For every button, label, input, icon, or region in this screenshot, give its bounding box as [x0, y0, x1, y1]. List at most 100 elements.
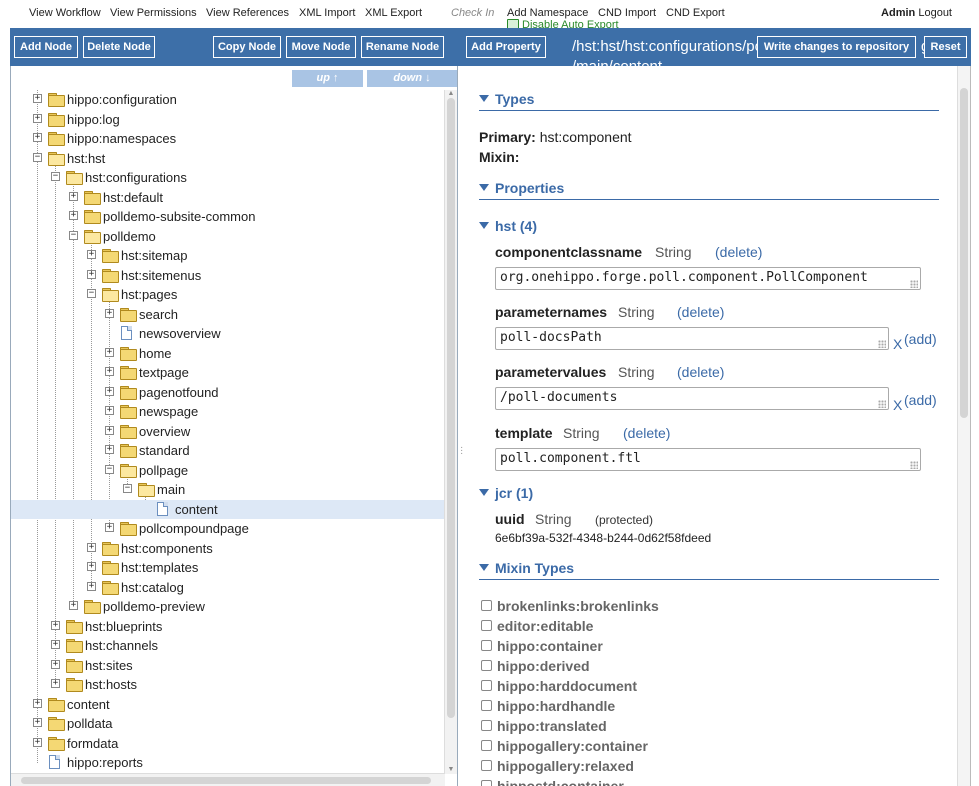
tree-node[interactable]: + standard: [11, 441, 445, 460]
expand-icon[interactable]: +: [87, 542, 96, 552]
tree-node[interactable]: − main: [11, 480, 445, 499]
tree-node[interactable]: + hippo:log: [11, 110, 445, 129]
collapse-icon[interactable]: −: [33, 152, 42, 162]
tree-scroll-thumb[interactable]: [447, 98, 455, 718]
expand-icon[interactable]: +: [105, 367, 114, 376]
write-changes-button[interactable]: Write changes to repository: [757, 36, 916, 58]
expand-icon[interactable]: +: [87, 562, 96, 571]
delete-property-link[interactable]: (delete): [677, 364, 724, 380]
collapse-icon[interactable]: −: [51, 172, 60, 181]
expand-icon[interactable]: +: [87, 581, 96, 591]
xml-export-link[interactable]: XML Export: [365, 7, 422, 19]
tree-node[interactable]: − pollpage: [11, 461, 445, 480]
tree-vertical-scrollbar[interactable]: ▲ ▼: [444, 90, 457, 774]
resize-grip-icon[interactable]: [910, 461, 918, 469]
collapse-icon[interactable]: −: [105, 464, 114, 474]
resize-grip-icon[interactable]: [878, 340, 886, 348]
delete-property-link[interactable]: (delete): [715, 244, 762, 260]
tree-node[interactable]: + hst:default: [11, 188, 445, 207]
properties-section-header[interactable]: Properties: [479, 180, 939, 200]
tree-node[interactable]: + home: [11, 344, 445, 363]
properties-scroll-thumb[interactable]: [960, 88, 968, 418]
collapse-icon[interactable]: −: [123, 484, 132, 493]
mixin-checkbox[interactable]: [481, 600, 492, 611]
panel-splitter[interactable]: · · ·: [458, 66, 467, 786]
tree-node[interactable]: + hst:hosts: [11, 675, 445, 694]
tree-node[interactable]: + polldemo-preview: [11, 597, 445, 616]
copy-node-button[interactable]: Copy Node: [213, 36, 281, 58]
tree-node[interactable]: + hst:sites: [11, 656, 445, 675]
tree-node[interactable]: + hst:blueprints: [11, 617, 445, 636]
mixin-types-section-header[interactable]: Mixin Types: [479, 560, 939, 580]
mixin-checkbox[interactable]: [481, 620, 492, 631]
view-workflow-link[interactable]: View Workflow: [29, 7, 101, 19]
mixin-checkbox[interactable]: [481, 780, 492, 786]
add-node-button[interactable]: Add Node: [14, 36, 78, 58]
move-down-button[interactable]: down ↓: [367, 70, 457, 87]
mixin-checkbox[interactable]: [481, 640, 492, 651]
add-value-link[interactable]: (add): [904, 392, 937, 408]
tree-node[interactable]: + newspage: [11, 402, 445, 421]
tree-node[interactable]: + hst:sitemenus: [11, 266, 445, 285]
mixin-checkbox[interactable]: [481, 760, 492, 771]
add-namespace-link[interactable]: Add Namespace: [507, 7, 588, 19]
tree-node[interactable]: + formdata: [11, 734, 445, 753]
resize-grip-icon[interactable]: [910, 280, 918, 288]
tree-node[interactable]: + hst:templates: [11, 558, 445, 577]
tree-node[interactable]: content: [11, 499, 445, 519]
expand-icon[interactable]: +: [69, 191, 78, 201]
delete-property-link[interactable]: (delete): [677, 304, 724, 320]
tree-node[interactable]: + content: [11, 695, 445, 714]
tree-node[interactable]: + pagenotfound: [11, 383, 445, 402]
tree-node[interactable]: newsoverview: [11, 324, 445, 343]
add-property-button[interactable]: Add Property: [466, 36, 546, 58]
remove-value-icon[interactable]: X: [893, 336, 902, 352]
delete-property-link[interactable]: (delete): [623, 425, 670, 441]
rename-node-button[interactable]: Rename Node: [361, 36, 444, 58]
add-value-link[interactable]: (add): [904, 331, 937, 347]
logout-link[interactable]: Logout: [918, 7, 952, 19]
parametervalues-field[interactable]: /poll-documents: [495, 387, 889, 410]
tree-node[interactable]: − polldemo: [11, 227, 445, 246]
mixin-checkbox[interactable]: [481, 680, 492, 691]
cnd-export-link[interactable]: CND Export: [666, 7, 725, 19]
view-references-link[interactable]: View References: [206, 7, 289, 19]
tree-node[interactable]: + hippo:namespaces: [11, 129, 445, 148]
template-field[interactable]: poll.component.ftl: [495, 448, 921, 471]
tree-node[interactable]: + textpage: [11, 363, 445, 382]
check-in-link[interactable]: Check In: [451, 7, 494, 19]
componentclassname-field[interactable]: org.onehippo.forge.poll.component.PollCo…: [495, 267, 921, 290]
tree-node[interactable]: − hst:hst: [11, 149, 445, 168]
tree-node[interactable]: + hippo:configuration: [11, 90, 445, 109]
tree-node[interactable]: − hst:configurations: [11, 168, 445, 187]
delete-node-button[interactable]: Delete Node: [83, 36, 155, 58]
collapse-icon[interactable]: −: [69, 230, 78, 240]
move-node-button[interactable]: Move Node: [286, 36, 356, 58]
remove-value-icon[interactable]: X: [893, 397, 902, 413]
mixin-checkbox[interactable]: [481, 720, 492, 731]
tree-node[interactable]: + polldata: [11, 714, 445, 733]
expand-icon[interactable]: +: [105, 406, 114, 415]
tree-node[interactable]: hippo:reports: [11, 753, 445, 772]
expand-icon[interactable]: +: [105, 386, 114, 396]
tree-horizontal-scrollbar[interactable]: [11, 773, 445, 786]
tree-node[interactable]: + hst:components: [11, 539, 445, 558]
expand-icon[interactable]: +: [105, 308, 114, 318]
expand-icon[interactable]: +: [87, 269, 96, 279]
tree-node[interactable]: + search: [11, 305, 445, 324]
mixin-checkbox[interactable]: [481, 660, 492, 671]
expand-icon[interactable]: +: [105, 425, 114, 435]
move-up-button[interactable]: up ↑: [292, 70, 363, 87]
hst-group-header[interactable]: hst (4): [479, 218, 537, 234]
collapse-icon[interactable]: −: [87, 289, 96, 298]
types-section-header[interactable]: Types: [479, 91, 939, 111]
tree-hscroll-thumb[interactable]: [21, 777, 431, 784]
expand-icon[interactable]: +: [105, 347, 114, 357]
scroll-up-arrow-icon[interactable]: ▲: [447, 90, 455, 97]
reset-button[interactable]: Reset: [924, 36, 967, 58]
expand-icon[interactable]: +: [33, 133, 42, 142]
parameternames-field[interactable]: poll-docsPath: [495, 327, 889, 350]
expand-icon[interactable]: +: [51, 679, 60, 688]
scroll-down-arrow-icon[interactable]: ▼: [447, 766, 455, 773]
expand-icon[interactable]: +: [105, 445, 114, 454]
